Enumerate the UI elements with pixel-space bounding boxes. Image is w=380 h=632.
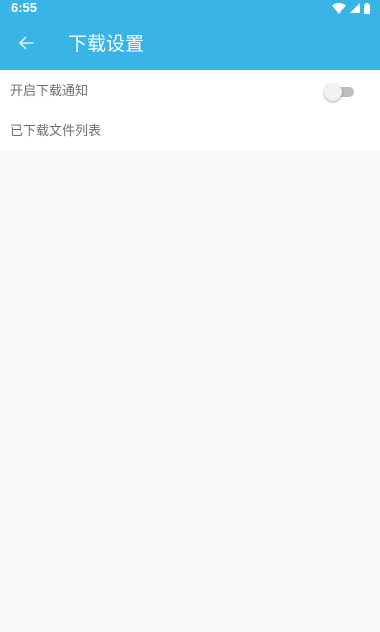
cell-signal-icon xyxy=(350,3,360,13)
wifi-icon xyxy=(332,2,346,14)
arrow-left-icon xyxy=(19,36,34,50)
status-time: 6:55 xyxy=(11,0,38,15)
battery-icon xyxy=(364,2,370,14)
settings-list: 开启下载通知 已下载文件列表 xyxy=(0,70,380,150)
download-notification-toggle[interactable] xyxy=(324,83,356,101)
setting-label-downloaded-files: 已下载文件列表 xyxy=(10,124,102,139)
top-bar: 6:55 下载设置 xyxy=(0,0,380,70)
app-bar: 下载设置 xyxy=(0,16,380,70)
status-icons xyxy=(332,2,370,14)
setting-row-download-notification[interactable]: 开启下载通知 xyxy=(0,70,380,110)
setting-row-downloaded-files[interactable]: 已下载文件列表 xyxy=(0,110,380,150)
toggle-thumb xyxy=(324,83,342,101)
empty-content-area xyxy=(0,150,380,632)
status-bar: 6:55 xyxy=(0,0,380,16)
setting-label-download-notification: 开启下载通知 xyxy=(10,84,89,99)
page-title: 下载设置 xyxy=(68,33,145,55)
back-button[interactable] xyxy=(10,27,42,59)
